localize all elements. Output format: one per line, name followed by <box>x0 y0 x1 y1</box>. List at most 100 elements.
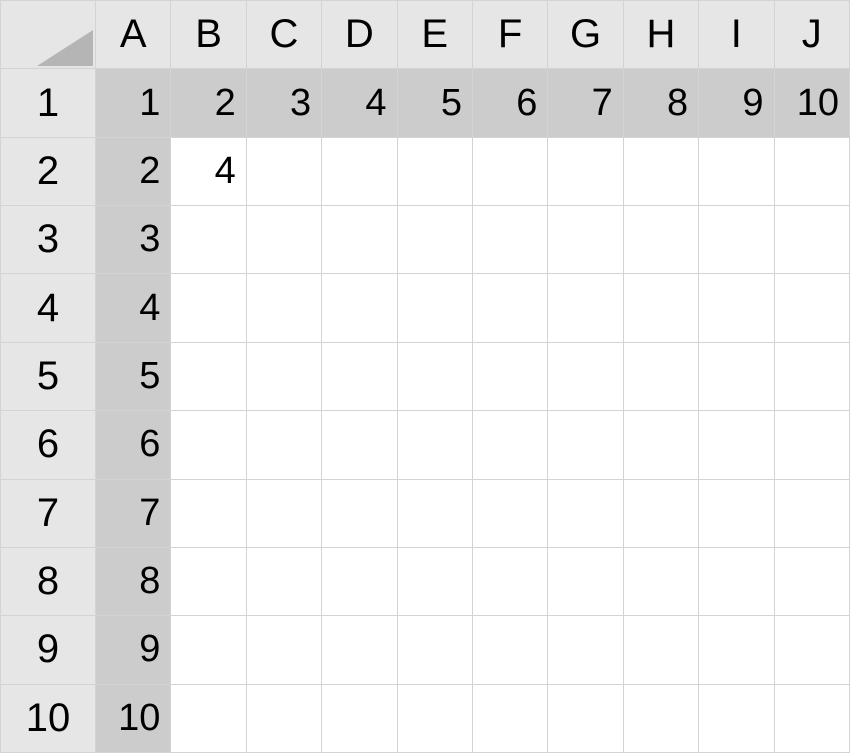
cell-B1[interactable]: 2 <box>171 69 246 137</box>
cell-E3[interactable] <box>397 206 472 274</box>
cell-C3[interactable] <box>246 206 321 274</box>
cell-G1[interactable]: 7 <box>548 69 623 137</box>
cell-D6[interactable] <box>322 411 397 479</box>
cell-C10[interactable] <box>246 684 321 752</box>
row-header-7[interactable]: 7 <box>1 479 96 547</box>
cell-D2[interactable] <box>322 137 397 205</box>
cell-C5[interactable] <box>246 342 321 410</box>
cell-I6[interactable] <box>699 411 774 479</box>
cell-J9[interactable] <box>774 616 849 684</box>
cell-B10[interactable] <box>171 684 246 752</box>
cell-J5[interactable] <box>774 342 849 410</box>
column-header-I[interactable]: I <box>699 1 774 69</box>
cell-G4[interactable] <box>548 274 623 342</box>
cell-H10[interactable] <box>623 684 698 752</box>
cell-B4[interactable] <box>171 274 246 342</box>
cell-F1[interactable]: 6 <box>472 69 547 137</box>
cell-J10[interactable] <box>774 684 849 752</box>
cell-D10[interactable] <box>322 684 397 752</box>
cell-A2[interactable]: 2 <box>96 137 171 205</box>
cell-I9[interactable] <box>699 616 774 684</box>
row-header-2[interactable]: 2 <box>1 137 96 205</box>
cell-D8[interactable] <box>322 547 397 615</box>
row-header-5[interactable]: 5 <box>1 342 96 410</box>
cell-C8[interactable] <box>246 547 321 615</box>
cell-H2[interactable] <box>623 137 698 205</box>
cell-J7[interactable] <box>774 479 849 547</box>
cell-I7[interactable] <box>699 479 774 547</box>
column-header-D[interactable]: D <box>322 1 397 69</box>
cell-A9[interactable]: 9 <box>96 616 171 684</box>
cell-J8[interactable] <box>774 547 849 615</box>
cell-G6[interactable] <box>548 411 623 479</box>
cell-C1[interactable]: 3 <box>246 69 321 137</box>
cell-I8[interactable] <box>699 547 774 615</box>
cell-G5[interactable] <box>548 342 623 410</box>
cell-E4[interactable] <box>397 274 472 342</box>
cell-D5[interactable] <box>322 342 397 410</box>
cell-B6[interactable] <box>171 411 246 479</box>
cell-C7[interactable] <box>246 479 321 547</box>
cell-G10[interactable] <box>548 684 623 752</box>
cell-A10[interactable]: 10 <box>96 684 171 752</box>
cell-H9[interactable] <box>623 616 698 684</box>
column-header-E[interactable]: E <box>397 1 472 69</box>
cell-C9[interactable] <box>246 616 321 684</box>
cell-H1[interactable]: 8 <box>623 69 698 137</box>
cell-I4[interactable] <box>699 274 774 342</box>
row-header-8[interactable]: 8 <box>1 547 96 615</box>
cell-A7[interactable]: 7 <box>96 479 171 547</box>
cell-B7[interactable] <box>171 479 246 547</box>
cell-A3[interactable]: 3 <box>96 206 171 274</box>
cell-J6[interactable] <box>774 411 849 479</box>
cell-H4[interactable] <box>623 274 698 342</box>
row-header-4[interactable]: 4 <box>1 274 96 342</box>
cell-I10[interactable] <box>699 684 774 752</box>
cell-J2[interactable] <box>774 137 849 205</box>
cell-J3[interactable] <box>774 206 849 274</box>
row-header-3[interactable]: 3 <box>1 206 96 274</box>
column-header-J[interactable]: J <box>774 1 849 69</box>
cell-E7[interactable] <box>397 479 472 547</box>
cell-E8[interactable] <box>397 547 472 615</box>
cell-D4[interactable] <box>322 274 397 342</box>
cell-D3[interactable] <box>322 206 397 274</box>
cell-B8[interactable] <box>171 547 246 615</box>
row-header-9[interactable]: 9 <box>1 616 96 684</box>
cell-I1[interactable]: 9 <box>699 69 774 137</box>
cell-C6[interactable] <box>246 411 321 479</box>
cell-B2[interactable]: 4 <box>171 137 246 205</box>
cell-B3[interactable] <box>171 206 246 274</box>
cell-A6[interactable]: 6 <box>96 411 171 479</box>
cell-A1[interactable]: 1 <box>96 69 171 137</box>
cell-D9[interactable] <box>322 616 397 684</box>
cell-C4[interactable] <box>246 274 321 342</box>
cell-H5[interactable] <box>623 342 698 410</box>
cell-E2[interactable] <box>397 137 472 205</box>
cell-H3[interactable] <box>623 206 698 274</box>
cell-F4[interactable] <box>472 274 547 342</box>
cell-I2[interactable] <box>699 137 774 205</box>
select-all-corner[interactable] <box>1 1 96 69</box>
cell-A5[interactable]: 5 <box>96 342 171 410</box>
cell-F10[interactable] <box>472 684 547 752</box>
cell-B5[interactable] <box>171 342 246 410</box>
cell-H8[interactable] <box>623 547 698 615</box>
column-header-H[interactable]: H <box>623 1 698 69</box>
row-header-1[interactable]: 1 <box>1 69 96 137</box>
cell-G8[interactable] <box>548 547 623 615</box>
cell-F5[interactable] <box>472 342 547 410</box>
cell-E1[interactable]: 5 <box>397 69 472 137</box>
cell-H6[interactable] <box>623 411 698 479</box>
cell-F8[interactable] <box>472 547 547 615</box>
cell-E5[interactable] <box>397 342 472 410</box>
cell-F7[interactable] <box>472 479 547 547</box>
cell-E6[interactable] <box>397 411 472 479</box>
cell-J4[interactable] <box>774 274 849 342</box>
cell-B9[interactable] <box>171 616 246 684</box>
row-header-10[interactable]: 10 <box>1 684 96 752</box>
column-header-F[interactable]: F <box>472 1 547 69</box>
cell-A4[interactable]: 4 <box>96 274 171 342</box>
cell-E9[interactable] <box>397 616 472 684</box>
row-header-6[interactable]: 6 <box>1 411 96 479</box>
